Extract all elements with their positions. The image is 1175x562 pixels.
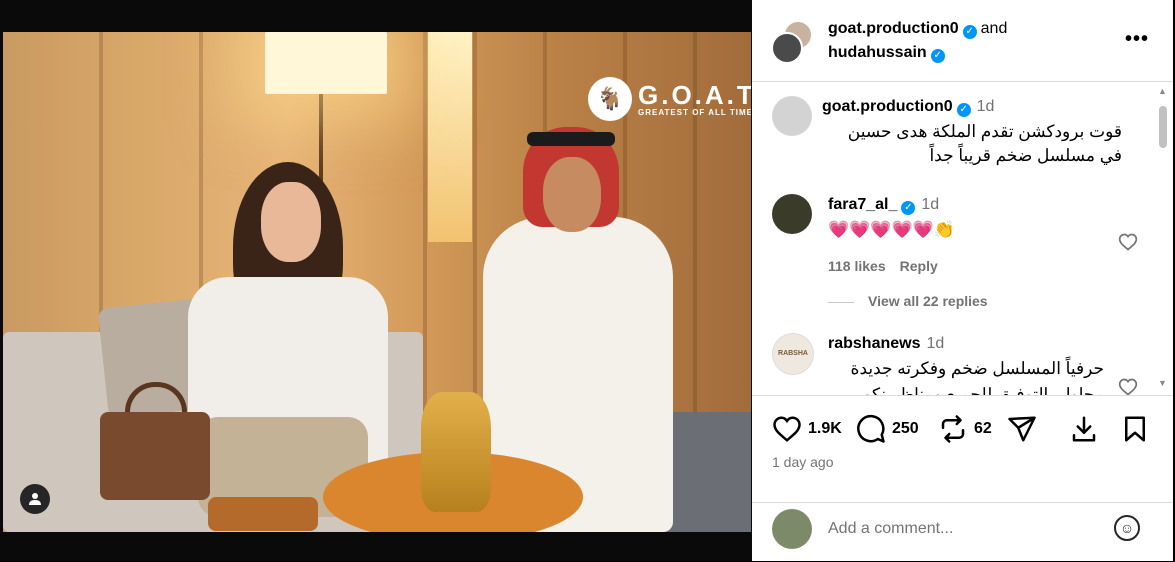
comment-icon — [857, 414, 885, 443]
username-link[interactable]: goat.production0 — [828, 20, 959, 37]
more-options-icon[interactable]: ••• — [1125, 28, 1149, 51]
scrollbar-thumb[interactable] — [1159, 106, 1167, 148]
view-replies-button[interactable]: View all 22 replies — [828, 293, 988, 309]
likes-count[interactable]: 1.9K — [808, 420, 842, 438]
avatar[interactable] — [772, 194, 812, 234]
heart-icon — [773, 416, 801, 442]
goat-watermark: 🐐 G.O.A.T GREATEST OF ALL TIME — [588, 77, 751, 121]
action-bar: 1.9K 250 62 1 day ago — [752, 395, 1173, 506]
verified-icon: ✓ — [930, 49, 945, 63]
photo-scene: 🐐 G.O.A.T GREATEST OF ALL TIME — [3, 32, 751, 532]
username-link[interactable]: goat.production0 — [822, 98, 953, 115]
comment-text: 💗💗💗💗💗👏 — [828, 220, 956, 239]
bookmark-icon — [1125, 416, 1145, 442]
caption: goat.production0 ✓ 1d قوت برودكشن تقدم الم… — [772, 96, 1158, 176]
like-button[interactable]: 1.9K — [772, 414, 842, 444]
comments-list[interactable]: goat.production0 ✓ 1d قوت برودكشن تقدم الم… — [752, 82, 1158, 395]
logo-brand: G.O.A.T — [638, 79, 751, 110]
comment-text: محاول بالتوفيق للجميع ومناظرينكو — [863, 385, 1104, 395]
view-replies-label: View all 22 replies — [868, 293, 988, 309]
caption-text: قوت برودكشن تقدم الملكة هدى حسين في مسلس… — [847, 122, 1122, 165]
logo-tagline: GREATEST OF ALL TIME — [638, 107, 751, 117]
collab-names: goat.production0 ✓ and hudahussain ✓ — [828, 17, 1007, 65]
timestamp[interactable]: 1d — [926, 335, 944, 352]
post-date[interactable]: 1 day ago — [772, 454, 834, 470]
share-button[interactable] — [1007, 414, 1037, 444]
handbag — [100, 412, 210, 500]
comment-composer: ☺ — [752, 502, 1173, 562]
repost-icon — [941, 415, 965, 443]
goat-icon: 🐐 — [588, 77, 632, 121]
verified-icon: ✓ — [956, 103, 971, 117]
username-link[interactable]: rabshanews — [828, 335, 920, 352]
verified-icon: ✓ — [962, 25, 977, 39]
timestamp[interactable]: 1d — [977, 98, 995, 115]
timestamp[interactable]: 1d — [921, 196, 939, 213]
comment-text: حرفياً المسلسل ضخم وفكرته جديدة — [850, 359, 1104, 378]
repost-button[interactable]: 62 — [938, 414, 992, 444]
reposts-count[interactable]: 62 — [974, 420, 992, 438]
save-button[interactable] — [1120, 414, 1150, 444]
comments-count[interactable]: 250 — [892, 420, 919, 438]
download-button[interactable] — [1069, 414, 1099, 444]
avatar[interactable] — [771, 32, 803, 64]
avatar[interactable]: RABSHA — [772, 333, 814, 375]
comments-scrollbar[interactable]: ▲ ▼ — [1156, 86, 1170, 392]
comment-input[interactable] — [826, 515, 1100, 543]
collab-avatars[interactable] — [771, 20, 813, 64]
post-image[interactable]: 🐐 G.O.A.T GREATEST OF ALL TIME — [0, 0, 752, 561]
avatar[interactable] — [772, 96, 812, 136]
and-label: and — [980, 20, 1008, 37]
post-header: goat.production0 ✓ and hudahussain ✓ ••• — [752, 0, 1173, 82]
post-side-panel: goat.production0 ✓ and hudahussain ✓ ••• go… — [752, 0, 1173, 561]
send-icon — [1008, 416, 1036, 442]
like-comment-icon[interactable] — [1118, 377, 1138, 395]
comment-item: RABSHA rabshanews 1d حرفياً المسلسل ضخم و… — [772, 333, 1138, 395]
person-icon — [29, 493, 41, 505]
scroll-up-icon[interactable]: ▲ — [1158, 86, 1167, 96]
scroll-down-icon[interactable]: ▼ — [1158, 378, 1167, 388]
coffee-pot — [421, 392, 491, 512]
comment-button[interactable]: 250 — [856, 414, 919, 444]
floor-lamp — [265, 32, 387, 94]
comment-item: fara7_al_ ✓ 1d 💗💗💗💗💗👏 118 likes Reply — [772, 194, 1138, 274]
username-link[interactable]: fara7_al_ — [828, 196, 897, 213]
like-comment-icon[interactable] — [1118, 232, 1138, 252]
tagged-users-button[interactable] — [20, 484, 50, 514]
download-icon — [1072, 416, 1096, 442]
reply-button[interactable]: Reply — [900, 258, 938, 274]
emoji-icon[interactable]: ☺ — [1114, 515, 1140, 541]
likes-count[interactable]: 118 likes — [828, 258, 886, 274]
avatar[interactable] — [772, 509, 812, 549]
username-link[interactable]: hudahussain — [828, 44, 927, 61]
verified-icon: ✓ — [901, 201, 916, 215]
